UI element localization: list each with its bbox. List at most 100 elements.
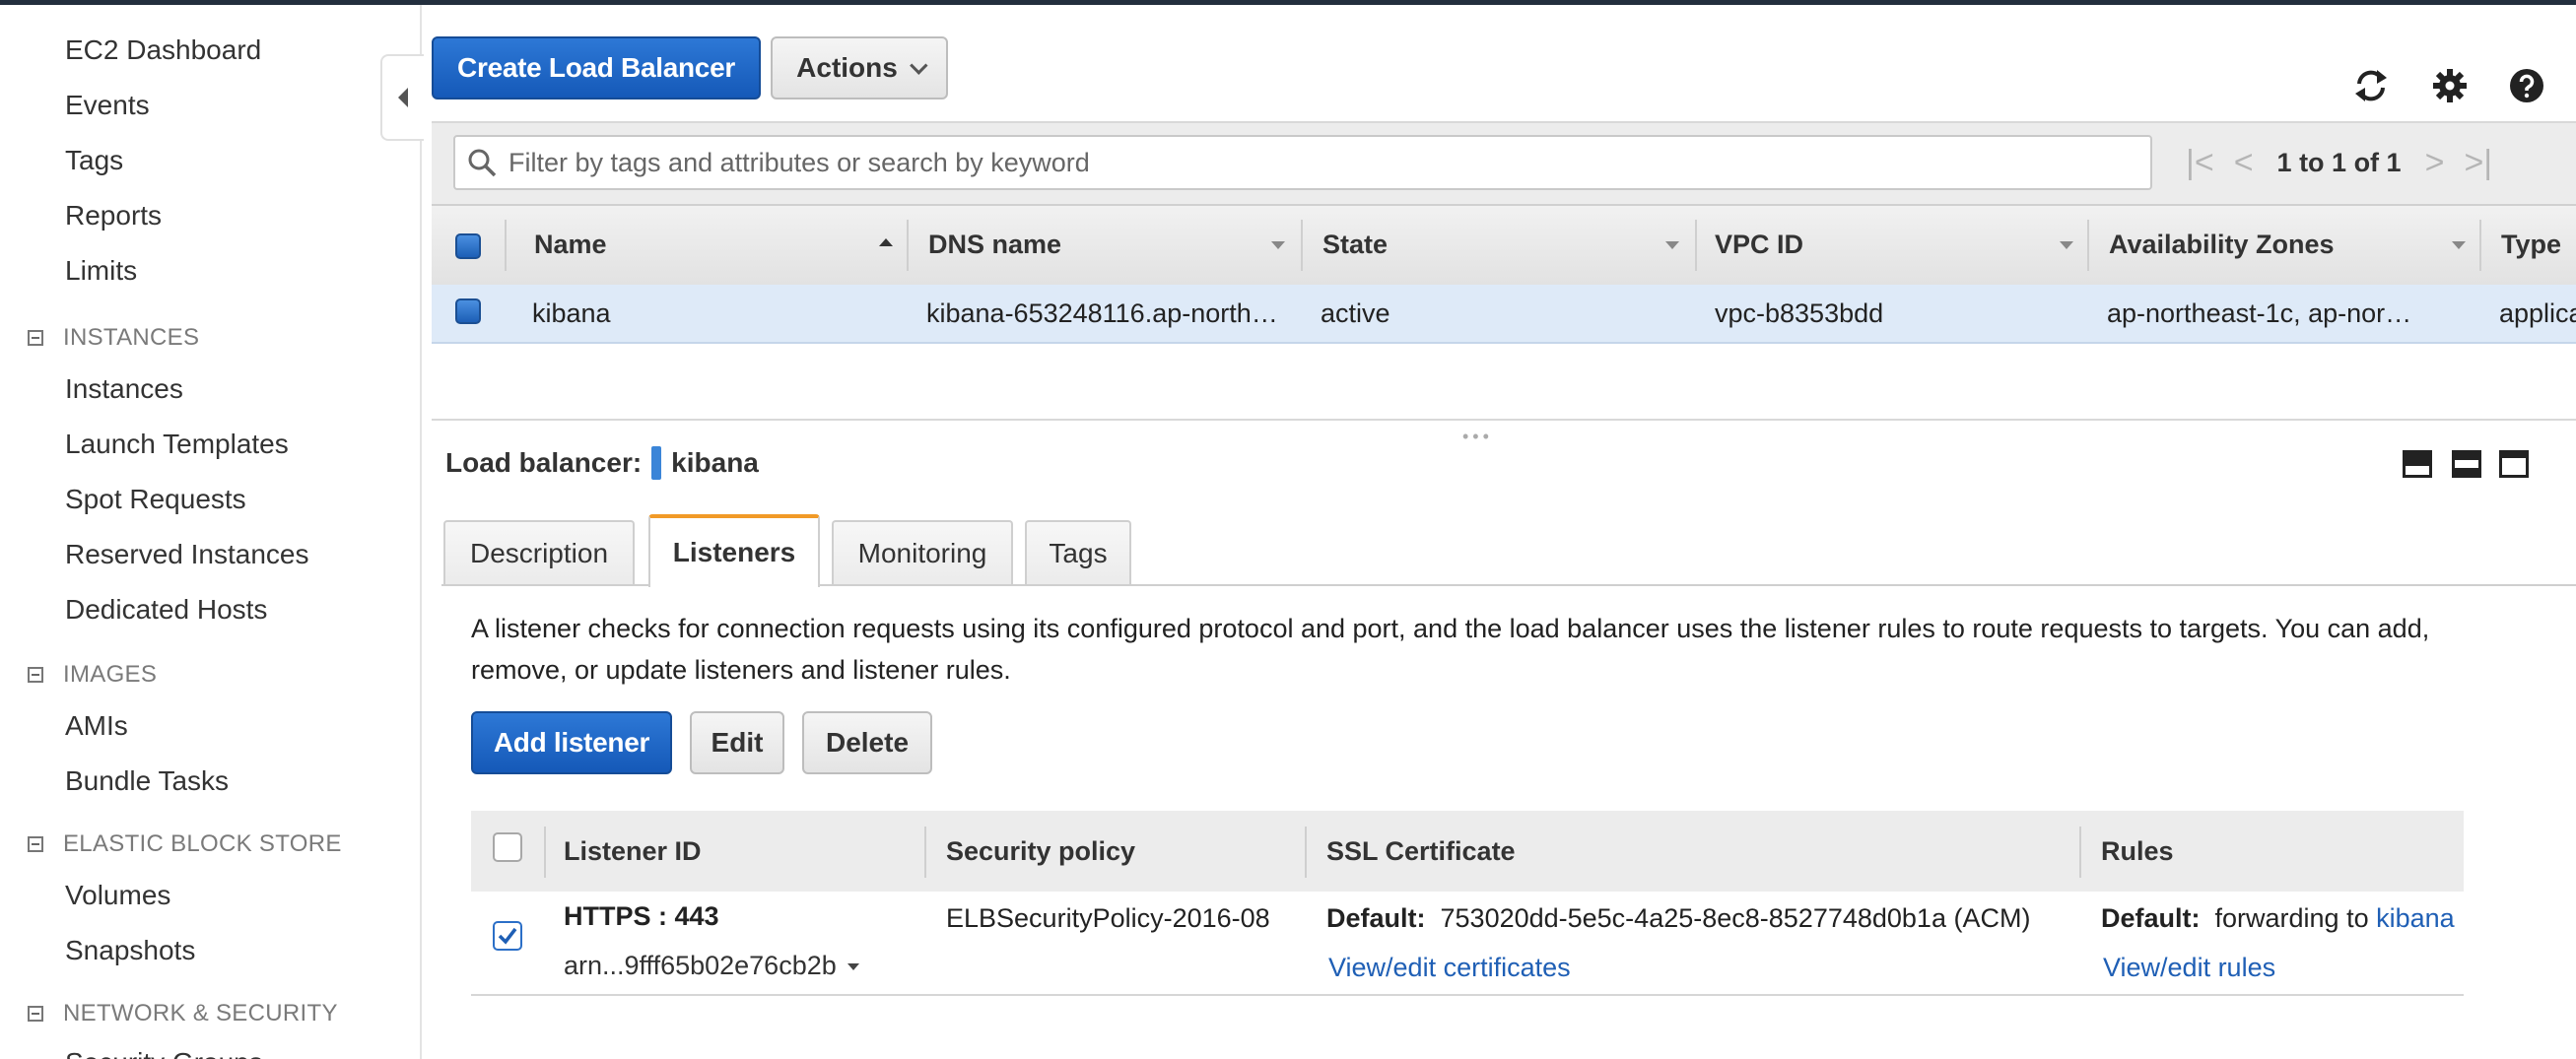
view-edit-certificates-link[interactable]: View/edit certificates <box>1328 953 1571 983</box>
column-header-availability-zones[interactable]: Availability Zones <box>2109 230 2424 260</box>
sort-icon[interactable] <box>1271 241 1285 249</box>
drag-handle-icon[interactable]: ••• <box>1462 427 1493 447</box>
column-header-ssl-certificate: SSL Certificate <box>1326 836 1516 866</box>
sidebar-item-security-groups[interactable]: Security Groups <box>65 1047 263 1059</box>
sidebar-item-instances[interactable]: Instances <box>65 373 183 405</box>
chevron-left-icon <box>398 88 408 107</box>
sidebar-item-amis[interactable]: AMIs <box>65 710 128 742</box>
sort-asc-icon[interactable] <box>879 238 893 246</box>
sidebar: EC2 Dashboard Events Tags Reports Limits… <box>0 5 422 1059</box>
tab-description[interactable]: Description <box>443 520 635 585</box>
pagination: |< < 1 to 1 of 1 > >| <box>2176 133 2502 192</box>
edit-button[interactable]: Edit <box>690 711 784 774</box>
row-checkbox[interactable] <box>455 298 481 324</box>
refresh-icon[interactable] <box>2351 66 2391 105</box>
last-page-icon[interactable]: >| <box>2464 144 2492 182</box>
sidebar-item-spot-requests[interactable]: Spot Requests <box>65 484 246 515</box>
help-icon[interactable] <box>2507 66 2546 105</box>
chevron-down-icon <box>909 55 928 75</box>
sidebar-item-tags[interactable]: Tags <box>65 145 123 176</box>
layout-top-icon[interactable] <box>2499 450 2529 478</box>
layout-bottom-icon[interactable] <box>2403 450 2432 478</box>
rules-default-label: Default: <box>2101 903 2201 933</box>
sidebar-section-label: INSTANCES <box>63 324 200 351</box>
cell-name: kibana <box>532 298 611 328</box>
sidebar-collapse-button[interactable] <box>380 54 424 141</box>
create-load-balancer-button[interactable]: Create Load Balancer <box>432 36 761 99</box>
sidebar-section-instances[interactable]: INSTANCES <box>28 324 199 352</box>
sidebar-item-bundle-tasks[interactable]: Bundle Tasks <box>65 765 229 797</box>
sidebar-item-reserved-instances[interactable]: Reserved Instances <box>65 539 308 570</box>
search-icon <box>468 149 497 177</box>
next-page-icon[interactable]: > <box>2425 144 2445 182</box>
cell-type: applicatio <box>2499 298 2576 328</box>
sidebar-item-volumes[interactable]: Volumes <box>65 880 170 911</box>
rules: Default: forwarding to kibana <box>2101 903 2455 934</box>
cell-dns-name: kibana-653248116.ap-northe… <box>926 298 1291 328</box>
sidebar-section-ebs[interactable]: ELASTIC BLOCK STORE <box>28 830 342 858</box>
cell-availability-zones: ap-northeast-1c, ap-nor… <box>2107 298 2412 328</box>
lb-table-header: Name DNS name State VPC ID Availability … <box>432 204 2576 287</box>
sort-icon[interactable] <box>2060 241 2073 249</box>
column-header-name[interactable]: Name <box>534 230 830 260</box>
tab-tags[interactable]: Tags <box>1025 520 1131 585</box>
actions-button-label: Actions <box>796 52 898 83</box>
sidebar-item-snapshots[interactable]: Snapshots <box>65 935 195 966</box>
cert-default-label: Default: <box>1326 903 1426 933</box>
sidebar-item-launch-templates[interactable]: Launch Templates <box>65 429 289 460</box>
sidebar-section-label: ELASTIC BLOCK STORE <box>63 830 342 857</box>
caret-down-icon <box>847 963 860 971</box>
gear-icon[interactable] <box>2430 66 2470 105</box>
view-edit-rules-link[interactable]: View/edit rules <box>2103 953 2275 983</box>
checkmark-icon <box>498 927 517 945</box>
layout-split-icon[interactable] <box>2452 450 2481 478</box>
sidebar-section-network-security[interactable]: NETWORK & SECURITY <box>28 1000 338 1027</box>
listeners-table-header: Listener ID Security policy SSL Certific… <box>471 811 2464 894</box>
delete-button[interactable]: Delete <box>802 711 932 774</box>
sort-icon[interactable] <box>2452 241 2466 249</box>
sidebar-section-label: NETWORK & SECURITY <box>63 1000 338 1026</box>
pane-splitter[interactable] <box>432 419 2576 421</box>
sort-icon[interactable] <box>1665 241 1679 249</box>
ssl-certificate: Default: 753020dd-5e5c-4a25-8ec8-8527748… <box>1326 903 2030 934</box>
column-header-security-policy: Security policy <box>946 836 1136 866</box>
listener-arn-dropdown[interactable]: arn...9fff65b02e76cb2b <box>564 951 860 981</box>
sidebar-item-dedicated-hosts[interactable]: Dedicated Hosts <box>65 594 267 626</box>
listener-id: HTTPS : 443 <box>564 901 719 931</box>
sidebar-item-limits[interactable]: Limits <box>65 255 137 287</box>
table-row[interactable]: HTTPS : 443 arn...9fff65b02e76cb2b ELBSe… <box>471 892 2464 996</box>
tab-listeners[interactable]: Listeners <box>648 514 820 587</box>
pagination-text: 1 to 1 of 1 <box>2276 147 2402 177</box>
column-header-dns-name[interactable]: DNS name <box>928 230 1224 260</box>
rules-text: forwarding to <box>2214 903 2369 933</box>
sidebar-item-ec2-dashboard[interactable]: EC2 Dashboard <box>65 34 261 66</box>
details-title: Load balancer: kibana <box>445 446 759 480</box>
tab-monitoring[interactable]: Monitoring <box>832 520 1013 585</box>
cell-vpc-id: vpc-b8353bdd <box>1715 298 1884 328</box>
listener-checkbox[interactable] <box>493 921 522 951</box>
prev-page-icon[interactable]: < <box>2234 144 2254 182</box>
search-input[interactable] <box>507 146 2087 179</box>
first-page-icon[interactable]: |< <box>2186 144 2214 182</box>
collapse-icon <box>28 1006 43 1022</box>
cell-state: active <box>1321 298 1390 328</box>
details-label: Load balancer: <box>445 447 643 478</box>
column-header-state[interactable]: State <box>1322 230 1618 260</box>
listeners-description: A listener checks for connection request… <box>471 614 2430 685</box>
column-header-vpc-id[interactable]: VPC ID <box>1715 230 2010 260</box>
cert-value: 753020dd-5e5c-4a25-8ec8-8527748d0b1a (AC… <box>1440 903 2031 933</box>
add-listener-button[interactable]: Add listener <box>471 711 672 774</box>
actions-button[interactable]: Actions <box>771 36 948 99</box>
select-all-checkbox[interactable] <box>455 233 481 259</box>
search-box <box>453 135 2152 190</box>
sidebar-section-images[interactable]: IMAGES <box>28 661 157 689</box>
selection-marker <box>651 446 662 480</box>
column-header-type[interactable]: Type <box>2501 230 2576 260</box>
table-row[interactable]: kibana kibana-653248116.ap-northe… activ… <box>432 285 2576 344</box>
sidebar-item-reports[interactable]: Reports <box>65 200 162 232</box>
collapse-icon <box>28 836 43 852</box>
select-all-listeners-checkbox[interactable] <box>493 832 522 862</box>
sidebar-item-events[interactable]: Events <box>65 90 150 121</box>
column-header-listener-id: Listener ID <box>564 836 702 866</box>
rules-target-link[interactable]: kibana <box>2376 903 2455 933</box>
